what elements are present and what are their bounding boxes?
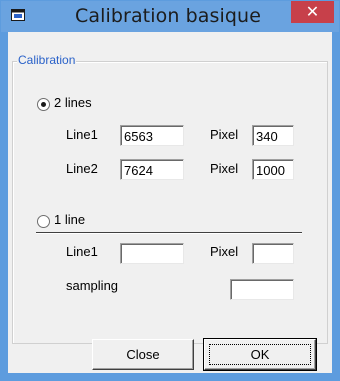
close-button[interactable]: Close xyxy=(92,339,194,370)
focus-rectangle xyxy=(209,344,311,365)
radio-selected-dot xyxy=(41,102,46,107)
calibration-group-label: Calibration xyxy=(17,53,77,67)
dialog-window: Calibration basique ✕ Calibration 2 line… xyxy=(0,0,340,381)
one-line-line1-input[interactable] xyxy=(120,243,184,264)
sampling-label: sampling xyxy=(66,278,119,293)
line1-label: Line1 xyxy=(66,127,98,142)
one-line-radio[interactable] xyxy=(37,215,50,228)
pixel1-input[interactable]: 340 xyxy=(252,125,294,146)
sampling-input[interactable] xyxy=(230,279,294,300)
line2-label: Line2 xyxy=(66,161,98,176)
window-title: Calibration basique xyxy=(75,5,261,27)
app-icon xyxy=(11,9,25,21)
one-line-pixel-label: Pixel xyxy=(210,244,239,259)
section-separator xyxy=(36,232,302,234)
one-line-pixel-input[interactable] xyxy=(252,243,294,264)
pixel2-label: Pixel xyxy=(210,161,239,176)
title-bar[interactable]: Calibration basique ✕ xyxy=(1,1,339,32)
two-lines-radio[interactable] xyxy=(37,98,50,111)
close-window-button[interactable]: ✕ xyxy=(291,1,334,23)
one-line-label[interactable]: 1 line xyxy=(54,212,85,227)
one-line-line1-label: Line1 xyxy=(66,244,98,259)
line1-input[interactable]: 6563 xyxy=(120,125,184,146)
pixel2-input[interactable]: 1000 xyxy=(252,159,294,180)
two-lines-label[interactable]: 2 lines xyxy=(54,95,92,110)
ok-button[interactable]: OK xyxy=(203,338,317,371)
dialog-client-area: Calibration 2 lines Line1 6563 Pixel 340… xyxy=(8,32,332,373)
line2-input[interactable]: 7624 xyxy=(120,159,184,180)
close-icon: ✕ xyxy=(305,2,320,21)
pixel1-label: Pixel xyxy=(210,127,239,142)
